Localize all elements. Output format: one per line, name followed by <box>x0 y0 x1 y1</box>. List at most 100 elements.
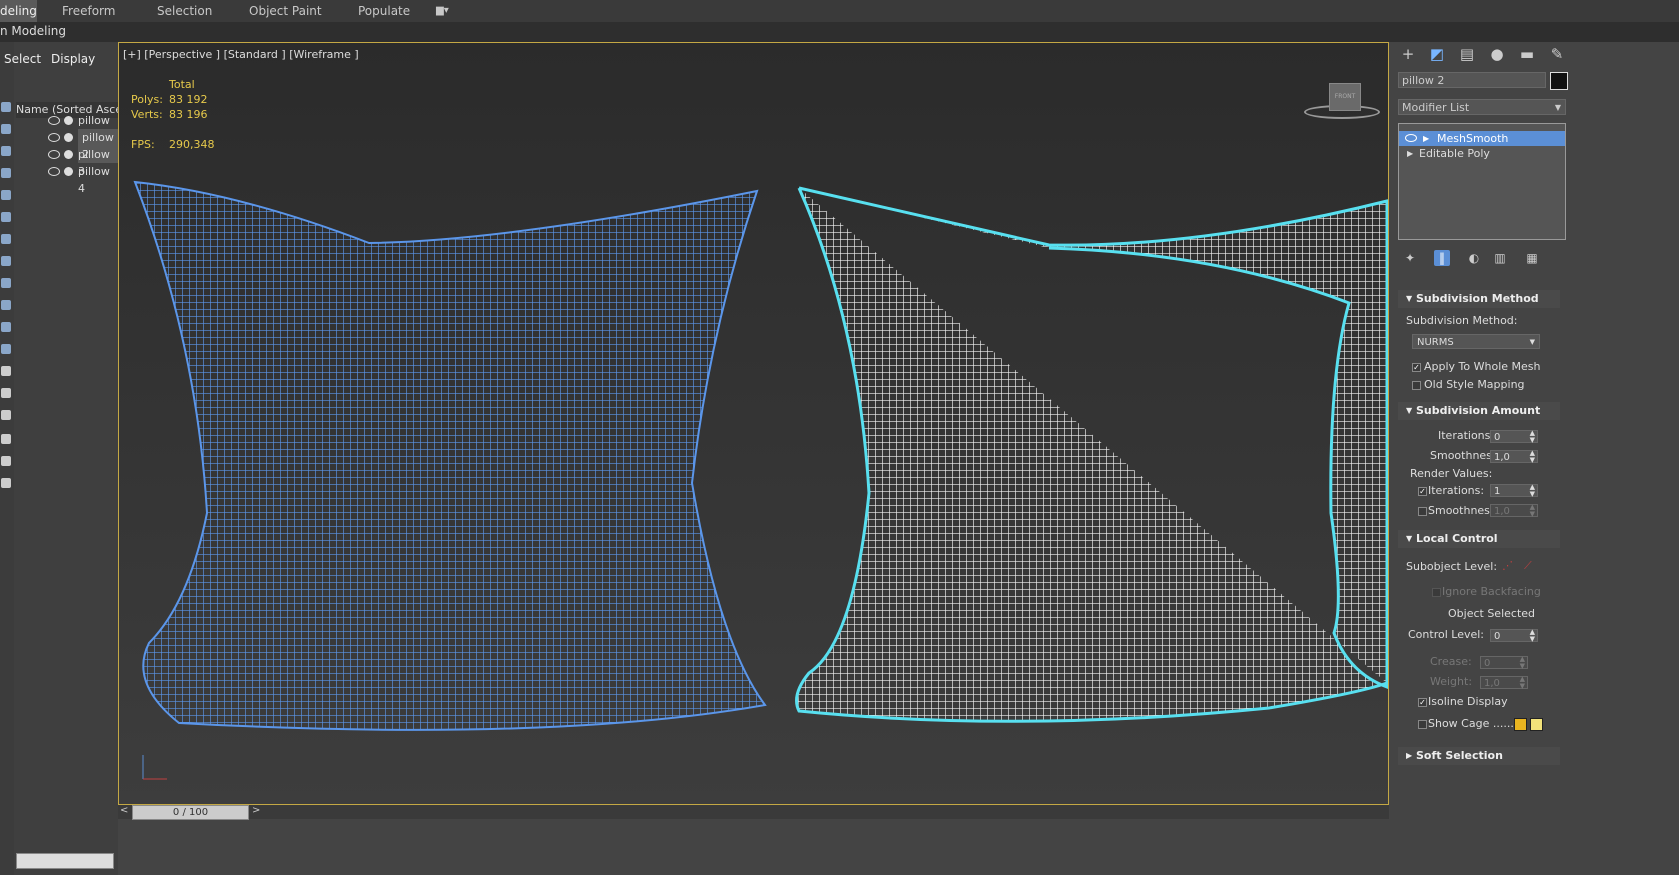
link-icon[interactable] <box>1 434 11 444</box>
weight-spinner[interactable]: 1,0 ▲ ▼ <box>1480 676 1528 690</box>
isoline-display-label: Isoline Display <box>1428 695 1508 708</box>
helper-icon[interactable] <box>1 212 11 222</box>
spinner-arrows-icon[interactable]: ▲ ▼ <box>1530 450 1535 464</box>
pin-stack-icon[interactable]: ✦ <box>1402 250 1418 266</box>
edge-mode-icon[interactable]: ⟋ <box>1524 559 1532 573</box>
remove-modifier-icon[interactable]: ▥ <box>1492 250 1508 266</box>
rollout-subdivision-amount[interactable]: ▼ Subdivision Amount <box>1398 402 1560 420</box>
shape-icon[interactable] <box>1 146 11 156</box>
rollout-local-control[interactable]: ▼ Local Control <box>1398 530 1560 548</box>
utilities-tab-icon[interactable]: ✎ <box>1547 45 1567 63</box>
spinner-arrows-icon[interactable]: ▲ ▼ <box>1520 656 1525 670</box>
spinner-arrows-icon[interactable]: ▲ ▼ <box>1530 484 1535 498</box>
time-slider[interactable]: < 0 / 100 > <box>118 805 1389 820</box>
motion-tab-icon[interactable]: ● <box>1487 45 1507 63</box>
geometry-icon[interactable] <box>1 124 11 134</box>
rollout-soft-selection[interactable]: ▶ Soft Selection <box>1398 747 1560 765</box>
iterations-spinner[interactable]: 0 ▲ ▼ <box>1490 430 1538 444</box>
bone-icon[interactable] <box>1 300 11 310</box>
spinner-arrows-icon[interactable]: ▲ ▼ <box>1520 676 1525 690</box>
cage-color-swatch[interactable] <box>1514 718 1527 731</box>
smoothness-spinner[interactable]: 1,0 ▲ ▼ <box>1490 450 1538 464</box>
make-unique-icon[interactable]: ◐ <box>1466 250 1482 266</box>
explorer-tab-select[interactable]: Select <box>4 52 41 66</box>
filter-icon[interactable] <box>1 456 11 466</box>
camera-icon[interactable] <box>1 190 11 200</box>
tab-object-paint[interactable]: Object Paint <box>249 0 322 22</box>
group-icon[interactable] <box>1 256 11 266</box>
render-smoothness-spinner[interactable]: 1,0 ▲ ▼ <box>1490 504 1538 518</box>
apply-whole-mesh-label: Apply To Whole Mesh <box>1424 360 1541 373</box>
explorer-scrollbar[interactable] <box>16 853 114 869</box>
ribbon-options-button[interactable]: ▆▾ <box>436 0 449 22</box>
old-style-mapping-checkbox[interactable] <box>1412 381 1421 390</box>
hierarchy-tab-icon[interactable]: ▤ <box>1457 45 1477 63</box>
time-next-button[interactable]: > <box>252 805 260 816</box>
control-level-spinner[interactable]: 0 ▲ ▼ <box>1490 629 1538 643</box>
stack-item-editable-poly[interactable]: ▶ Editable Poly <box>1399 146 1565 161</box>
ignore-backfacing-checkbox[interactable] <box>1432 588 1441 597</box>
subdivision-method-select[interactable]: NURMS ▼ <box>1412 334 1540 349</box>
show-cage-checkbox[interactable] <box>1418 720 1427 729</box>
light-icon[interactable] <box>1 168 11 178</box>
render-smoothness-checkbox[interactable] <box>1418 507 1427 516</box>
rollout-title: Subdivision Method <box>1416 292 1539 305</box>
freeze-dot-icon[interactable] <box>64 133 73 142</box>
list-item[interactable]: pillow 1 <box>32 112 118 144</box>
expand-arrow-icon[interactable]: ▶ <box>1423 131 1429 146</box>
render-iterations-checkbox[interactable]: ✓ <box>1418 487 1427 496</box>
eye-icon[interactable] <box>48 150 60 159</box>
isoline-display-checkbox[interactable]: ✓ <box>1418 698 1427 707</box>
hierarchy-icon[interactable] <box>1 410 11 420</box>
modifier-list-dropdown[interactable]: Modifier List ▼ <box>1398 99 1566 115</box>
pillow-left-wireframe[interactable] <box>133 180 767 731</box>
list-icon[interactable] <box>1 366 11 376</box>
tab-populate[interactable]: Populate <box>358 0 410 22</box>
crease-spinner[interactable]: 0 ▲ ▼ <box>1480 656 1528 670</box>
viewport-scene <box>133 180 1388 780</box>
cage-selected-color-swatch[interactable] <box>1530 718 1543 731</box>
time-prev-button[interactable]: < <box>120 805 128 816</box>
list-item[interactable]: pillow 2 <box>32 129 118 163</box>
rollout-subdivision-method[interactable]: ▼ Subdivision Method <box>1398 290 1560 308</box>
sort-icon[interactable] <box>1 478 11 488</box>
tab-freeform[interactable]: Freeform <box>62 0 115 22</box>
spinner-arrows-icon[interactable]: ▲ ▼ <box>1530 629 1535 643</box>
list-item[interactable]: pillow 4 <box>32 163 118 195</box>
tab-modeling[interactable]: deling <box>0 0 37 22</box>
perspective-viewport[interactable]: [+] [Perspective ] [Standard ] [Wirefram… <box>118 42 1389 805</box>
render-iterations-spinner[interactable]: 1 ▲ ▼ <box>1490 484 1538 498</box>
xref-icon[interactable] <box>1 278 11 288</box>
freeze-dot-icon[interactable] <box>64 150 73 159</box>
eye-icon[interactable] <box>48 116 60 125</box>
spinner-arrows-icon[interactable]: ▲ ▼ <box>1530 504 1535 518</box>
tab-selection[interactable]: Selection <box>157 0 212 22</box>
list-item[interactable]: pillow 3 <box>32 146 118 178</box>
modify-tab-icon[interactable]: ◩ <box>1427 45 1447 63</box>
pillow-right-wireframe[interactable] <box>795 186 1388 723</box>
spacewarp-icon[interactable] <box>1 234 11 244</box>
frozen-icon[interactable] <box>1 344 11 354</box>
time-slider-handle[interactable]: 0 / 100 <box>132 805 249 820</box>
select-icon[interactable] <box>1 102 11 112</box>
eye-icon[interactable] <box>48 133 60 142</box>
vertex-mode-icon[interactable]: ⋰ <box>1502 559 1513 572</box>
object-color-swatch[interactable] <box>1550 72 1568 90</box>
eye-icon[interactable] <box>48 167 60 176</box>
spinner-arrows-icon[interactable]: ▲ ▼ <box>1530 430 1535 444</box>
stack-item-meshsmooth[interactable]: ▶ MeshSmooth <box>1399 131 1565 146</box>
configure-sets-icon[interactable]: ▦ <box>1524 250 1540 266</box>
apply-whole-mesh-checkbox[interactable]: ✓ <box>1412 363 1421 372</box>
explorer-tab-display[interactable]: Display <box>51 52 95 66</box>
container-icon[interactable] <box>1 322 11 332</box>
create-tab-icon[interactable]: + <box>1398 45 1418 63</box>
polygon-modeling-label[interactable]: n Modeling <box>0 24 66 38</box>
expand-arrow-icon[interactable]: ▶ <box>1407 146 1413 161</box>
show-end-result-icon[interactable]: ‖ <box>1434 250 1450 266</box>
freeze-dot-icon[interactable] <box>64 116 73 125</box>
eye-icon[interactable] <box>1405 134 1417 142</box>
object-name-field[interactable]: pillow 2 <box>1398 72 1546 88</box>
display-tab-icon[interactable]: ▬ <box>1517 45 1537 63</box>
freeze-dot-icon[interactable] <box>64 167 73 176</box>
layer-icon[interactable] <box>1 388 11 398</box>
